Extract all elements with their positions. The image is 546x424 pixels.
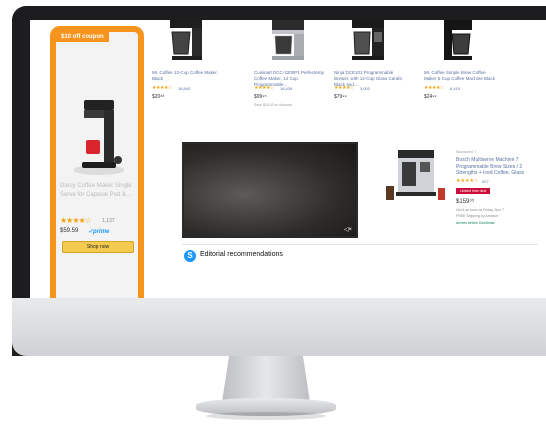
- product-card[interactable]: Ninja DCE101 Programmable Brewer, with 1…: [334, 20, 403, 140]
- section-divider: [182, 244, 538, 245]
- monitor-chin: [12, 298, 546, 356]
- sponsored-label: Sponsored ⓘ: [456, 150, 478, 154]
- coffee-maker-image[interactable]: [438, 20, 478, 60]
- prime-icon: ✓prime: [88, 229, 110, 235]
- product-price: $79⁹⁹: [334, 94, 347, 100]
- rating-stars: ★★★★☆: [254, 85, 274, 91]
- product-price: $24⁹⁹: [424, 94, 437, 100]
- product-savings: Save $15.00 w/ discount: [254, 103, 293, 107]
- product-card[interactable]: Cuisinart DCC-3200P1 Perfectemp Coffee M…: [254, 20, 324, 140]
- shop-now-button[interactable]: Shop now: [62, 241, 134, 253]
- ad-product-title[interactable]: Darcy Coffee Maker Single Serve for Caps…: [60, 182, 136, 200]
- rating-count[interactable]: 3,003: [360, 86, 370, 91]
- delivery-info: Get it as soon as Friday, Nov 7: [456, 208, 504, 212]
- sponsored-product-price: $159⁹⁵: [456, 199, 475, 205]
- rating-stars: ★★★★☆: [152, 85, 172, 91]
- product-price: $20⁸³: [152, 94, 165, 100]
- rating-count[interactable]: 18,840: [178, 86, 190, 91]
- stand-shadow: [206, 412, 326, 420]
- rating-stars: ★★★★☆: [424, 85, 444, 91]
- editorial-recommendations-heading: Editorial recommendations: [200, 251, 283, 258]
- editorial-icon: S: [184, 250, 196, 262]
- rating-count[interactable]: 18,439: [280, 86, 292, 91]
- arrival-info: Arrives before Christmas: [456, 221, 495, 225]
- monitor-stand: [222, 356, 310, 402]
- monitor-screen: Mr. Coffee 12-Cup Coffee Maker, Black ★★…: [30, 20, 546, 298]
- ad-rating-count[interactable]: 1,137: [102, 218, 115, 224]
- sponsored-product-image[interactable]: [386, 148, 446, 204]
- ad-price: $59.59: [60, 228, 79, 234]
- video-player[interactable]: ◁×: [182, 142, 358, 238]
- mute-icon[interactable]: ◁×: [344, 226, 352, 233]
- product-title[interactable]: Mr. Coffee Simple Brew Coffee Maker 5-Cu…: [424, 70, 496, 82]
- rating-count[interactable]: 6,419: [450, 86, 460, 91]
- product-price: $99⁹⁵: [254, 94, 267, 100]
- product-card[interactable]: Mr. Coffee 12-Cup Coffee Maker, Black ★★…: [152, 20, 220, 140]
- deal-badge: Limited time deal: [456, 188, 490, 194]
- ad-rating-stars: ★★★★☆: [60, 216, 92, 225]
- rating-stars: ★★★★☆: [334, 85, 354, 91]
- coffee-maker-image[interactable]: [348, 20, 388, 60]
- single-serve-coffee-maker-image[interactable]: [74, 96, 124, 176]
- rating-stars: ★★★★☆: [456, 178, 479, 184]
- product-title[interactable]: Mr. Coffee 12-Cup Coffee Maker, Black: [152, 70, 224, 82]
- shipping-info: FREE Shipping by Amazon: [456, 214, 499, 218]
- coffee-maker-image[interactable]: [268, 20, 308, 60]
- product-card[interactable]: Mr. Coffee Simple Brew Coffee Maker 5-Cu…: [424, 20, 495, 140]
- rating-count[interactable]: 927: [482, 179, 489, 184]
- video-frame[interactable]: [184, 144, 356, 236]
- coffee-maker-image[interactable]: [166, 20, 206, 60]
- sponsored-ad-card[interactable]: $10 off coupon Darcy Coffee Maker Single…: [50, 26, 144, 298]
- sponsored-product-title[interactable]: Bosch Multiserve Machine 7 Programmable …: [456, 157, 542, 177]
- coupon-badge: $10 off coupon: [56, 32, 109, 42]
